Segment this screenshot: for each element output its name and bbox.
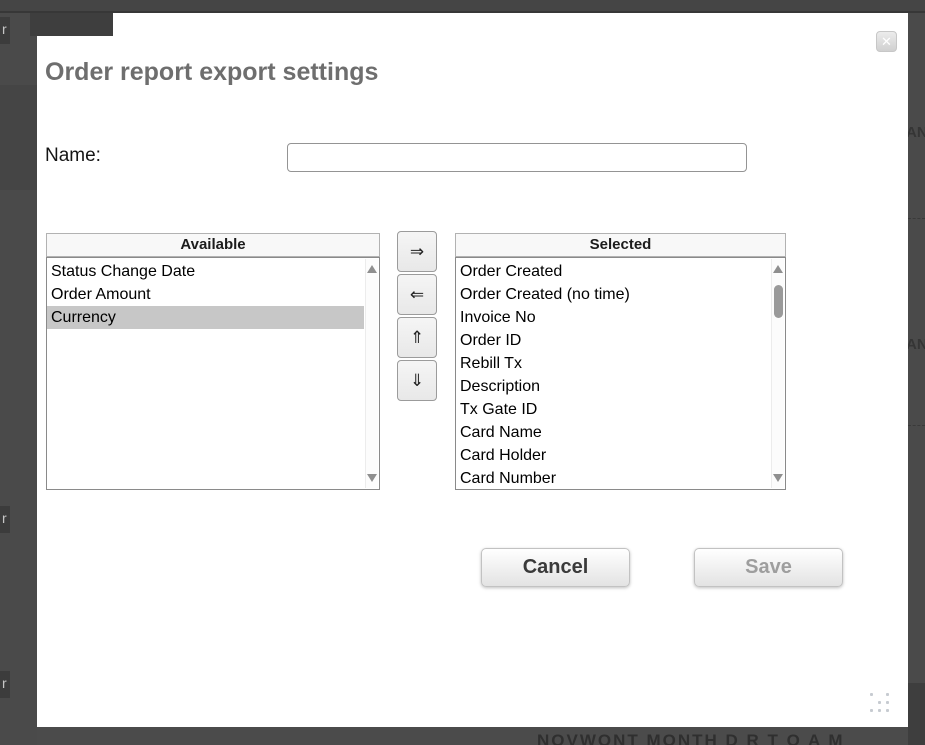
dimmed-page-top-bar	[0, 0, 925, 11]
name-label: Name:	[45, 145, 101, 167]
dimmed-row-band	[0, 85, 37, 190]
dimmed-page-left-edge: r r r	[0, 0, 37, 745]
dialog-title: Order report export settings	[45, 58, 378, 87]
dimmed-dark-block	[908, 683, 925, 745]
dimmed-page-right-edge: AN AN	[908, 0, 925, 745]
dimmed-page-tab	[30, 13, 113, 36]
scroll-down-icon[interactable]	[773, 474, 783, 482]
dimmed-page-top-divider	[0, 11, 925, 13]
list-item[interactable]: Status Change Date	[47, 260, 364, 283]
dimmed-page-bottom-edge: NOVWONT MONTH D R T O A M	[37, 727, 908, 745]
available-list-header: Available	[46, 233, 380, 257]
available-listbox[interactable]: Status Change DateOrder AmountCurrency	[46, 257, 380, 490]
selected-listbox[interactable]: Order CreatedOrder Created (no time)Invo…	[455, 257, 786, 490]
dimmed-divider	[908, 425, 925, 426]
list-item[interactable]: Currency	[47, 306, 364, 329]
resize-grip-icon[interactable]	[870, 693, 898, 715]
dimmed-divider	[908, 218, 925, 219]
list-item[interactable]: Tx Gate ID	[456, 398, 770, 421]
list-item[interactable]: Card Name	[456, 421, 770, 444]
list-item[interactable]: Invoice No	[456, 306, 770, 329]
available-scrollbar[interactable]	[365, 259, 378, 488]
scroll-up-icon[interactable]	[367, 265, 377, 273]
clipped-text: r	[2, 675, 7, 691]
list-item[interactable]: Card Holder	[456, 444, 770, 467]
clipped-heading-text: NOVWONT MONTH D R T O A M	[537, 731, 845, 745]
name-input[interactable]	[287, 143, 747, 172]
move-right-button[interactable]: ⇒	[397, 231, 437, 272]
close-icon[interactable]: ✕	[876, 31, 897, 52]
dimmed-button-fragment: r	[0, 671, 10, 698]
clipped-text: r	[2, 21, 7, 37]
list-item[interactable]: Description	[456, 375, 770, 398]
cancel-button[interactable]: Cancel	[481, 548, 630, 587]
dimmed-button-fragment: r	[0, 506, 10, 533]
list-item[interactable]: Order Created (no time)	[456, 283, 770, 306]
save-button[interactable]: Save	[694, 548, 843, 587]
move-left-button[interactable]: ⇐	[397, 274, 437, 315]
list-item[interactable]: Rebill Tx	[456, 352, 770, 375]
selected-list-header: Selected	[455, 233, 786, 257]
move-up-button[interactable]: ⇑	[397, 317, 437, 358]
clipped-text: r	[2, 510, 7, 526]
move-down-button[interactable]: ⇓	[397, 360, 437, 401]
list-item[interactable]: Order Created	[456, 260, 770, 283]
list-item[interactable]: Order ID	[456, 329, 770, 352]
clipped-text: AN	[908, 336, 925, 353]
dimmed-button-fragment: r	[0, 17, 10, 44]
list-item[interactable]: Card Number	[456, 467, 770, 490]
scroll-down-icon[interactable]	[367, 474, 377, 482]
scrollbar-thumb[interactable]	[774, 285, 783, 318]
selected-scrollbar[interactable]	[771, 259, 784, 488]
list-item[interactable]: Order Amount	[47, 283, 364, 306]
clipped-text: AN	[908, 124, 925, 141]
scroll-up-icon[interactable]	[773, 265, 783, 273]
